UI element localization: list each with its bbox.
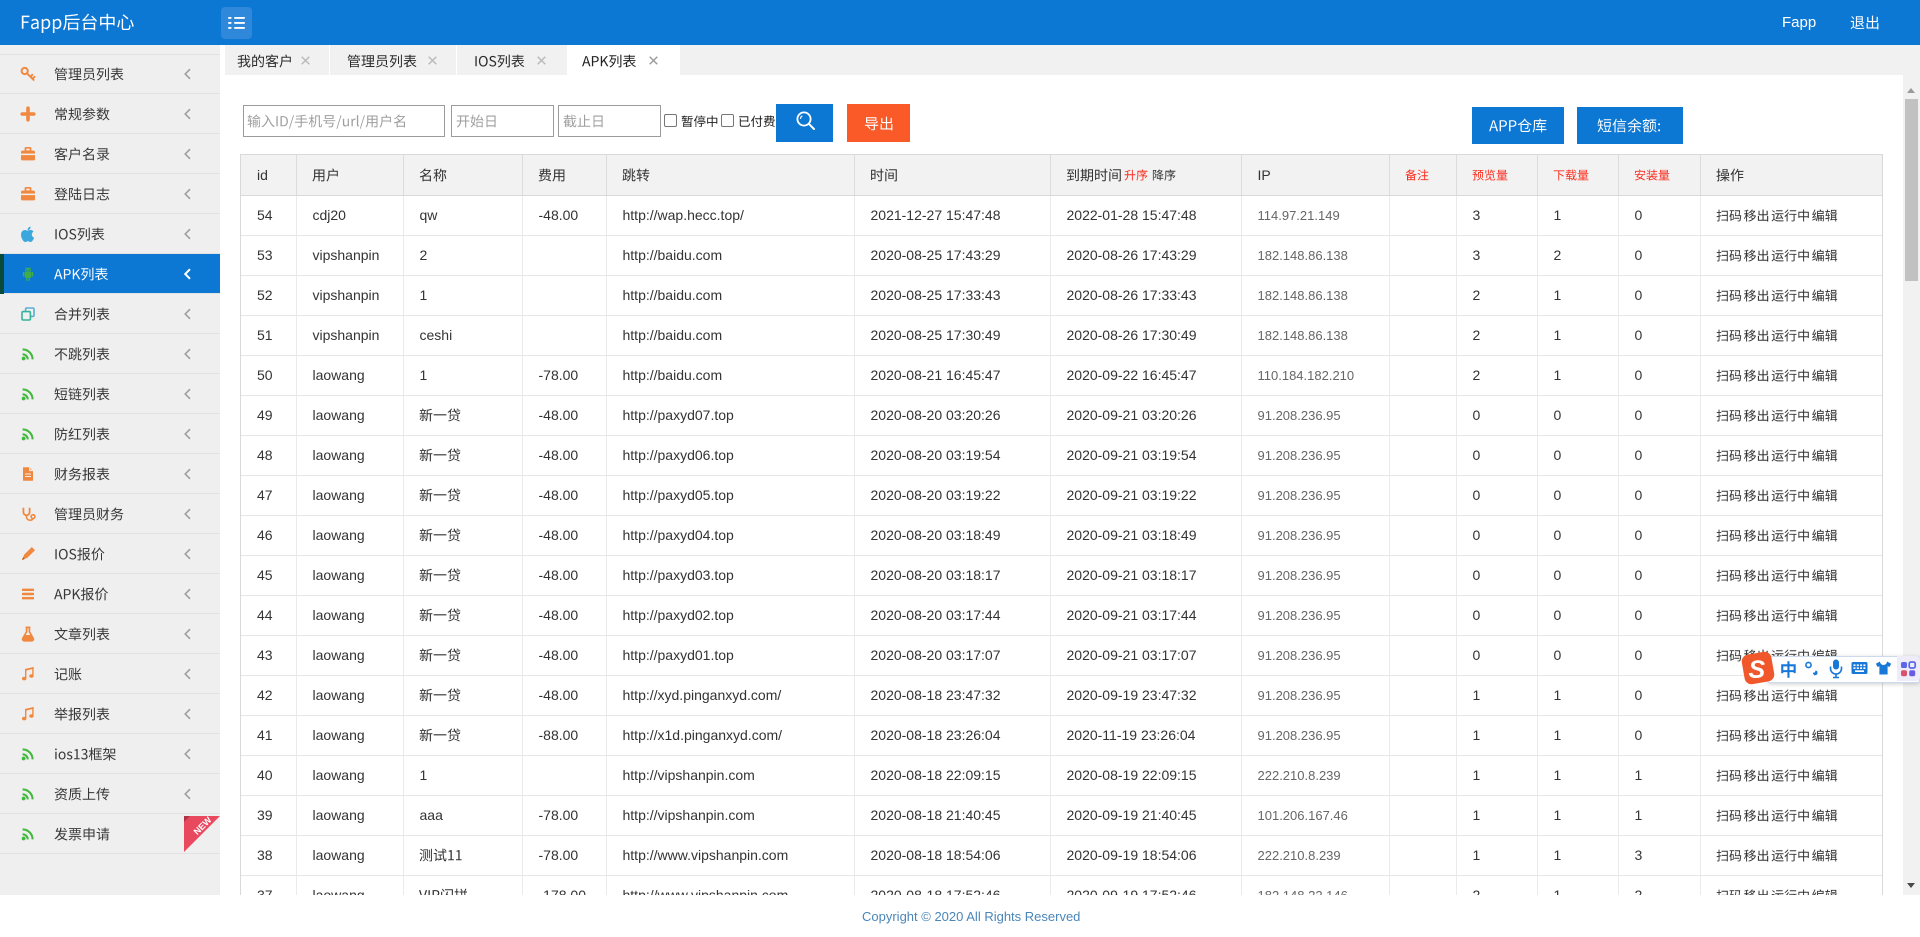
- svg-text:S: S: [1749, 656, 1766, 684]
